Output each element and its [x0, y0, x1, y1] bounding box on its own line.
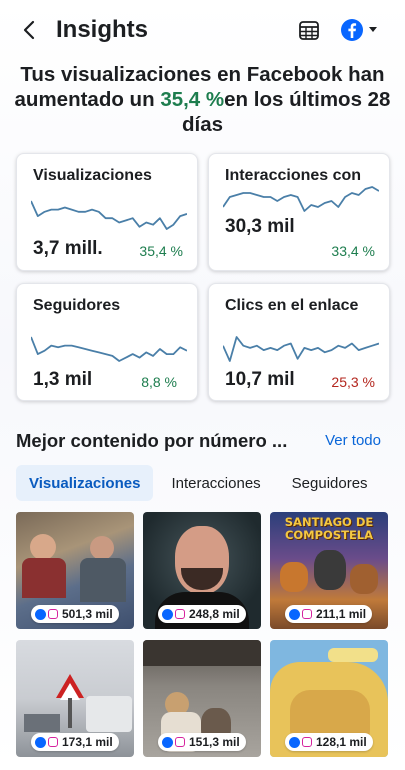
metric-change: 35,4 % — [139, 243, 183, 259]
account-switcher[interactable] — [340, 18, 382, 42]
back-button[interactable] — [18, 18, 40, 42]
metric-change: 25,3 % — [331, 374, 375, 390]
facebook-icon — [289, 608, 300, 620]
sparkline-path — [223, 186, 379, 212]
metric-change: 8,8 % — [141, 374, 177, 390]
post-thumbnail[interactable]: 151,3 mil — [143, 640, 261, 757]
sparkline — [31, 336, 187, 362]
facebook-icon — [162, 608, 173, 620]
views-badge: 128,1 mil — [285, 733, 373, 751]
instagram-icon — [175, 609, 185, 619]
see-all-link[interactable]: Ver todo — [325, 432, 381, 449]
metric-value: 10,7 mil — [225, 369, 295, 390]
views-badge: 211,1 mil — [285, 605, 373, 623]
sparkline-path — [223, 336, 379, 362]
instagram-icon — [48, 737, 58, 747]
metric-title: Visualizaciones — [33, 167, 152, 184]
facebook-icon — [341, 19, 363, 41]
sparkline — [223, 336, 379, 362]
post-thumbnail[interactable]: SANTIAGO DE COMPOSTELA 211,1 mil — [270, 512, 388, 629]
post-thumbnail[interactable]: 501,3 mil — [16, 512, 134, 629]
facebook-icon — [35, 736, 46, 748]
metric-title: Interacciones con — [225, 167, 362, 184]
views-count: 173,1 mil — [62, 735, 113, 749]
metric-card-visualizaciones[interactable]: Visualizaciones 3,7 mill. 35,4 % — [16, 153, 198, 271]
caret-down-icon — [369, 27, 377, 32]
facebook-icon — [35, 608, 46, 620]
headline-percent: 35,4 % — [160, 88, 225, 111]
sparkline — [31, 200, 187, 230]
post-thumbnail[interactable]: 173,1 mil — [16, 640, 134, 757]
metric-card-clics[interactable]: Clics en el enlace 10,7 mil 25,3 % — [208, 283, 390, 401]
content-tabs: Visualizaciones Interacciones Seguidores — [16, 465, 386, 501]
metric-value: 3,7 mill. — [33, 238, 103, 259]
sparkline-path — [31, 336, 187, 362]
views-badge: 501,3 mil — [31, 605, 119, 623]
instagram-icon — [302, 737, 312, 747]
post-thumbnail[interactable]: 248,8 mil — [143, 512, 261, 629]
views-count: 248,8 mil — [189, 607, 240, 621]
metric-card-interacciones[interactable]: Interacciones con 30,3 mil 33,4 % — [208, 153, 390, 271]
tab-visualizaciones[interactable]: Visualizaciones — [16, 465, 154, 501]
app-header: Insights — [0, 0, 405, 60]
facebook-icon — [289, 736, 300, 748]
tab-seguidores[interactable]: Seguidores — [279, 465, 381, 501]
sparkline-path — [31, 200, 187, 230]
section-title: Mejor contenido por número ... — [16, 430, 288, 451]
post-thumbnail[interactable]: 128,1 mil — [270, 640, 388, 757]
views-badge: 248,8 mil — [158, 605, 246, 623]
instagram-icon — [302, 609, 312, 619]
calendar-button[interactable] — [298, 19, 320, 41]
metric-value: 1,3 mil — [33, 369, 93, 390]
views-count: 211,1 mil — [316, 607, 367, 621]
instagram-icon — [48, 609, 58, 619]
metric-card-seguidores[interactable]: Seguidores 1,3 mil 8,8 % — [16, 283, 198, 401]
metric-value: 30,3 mil — [225, 216, 295, 237]
facebook-icon — [162, 736, 173, 748]
instagram-icon — [175, 737, 185, 747]
views-count: 128,1 mil — [316, 735, 367, 749]
calendar-icon — [299, 21, 319, 40]
summary-headline: Tus visualizaciones en Facebook han aume… — [10, 62, 395, 137]
sparkline — [223, 186, 379, 212]
chevron-left-icon — [23, 20, 35, 40]
tab-interacciones[interactable]: Interacciones — [158, 465, 273, 501]
views-count: 151,3 mil — [189, 735, 240, 749]
views-count: 501,3 mil — [62, 607, 113, 621]
metric-title: Clics en el enlace — [225, 297, 359, 314]
views-badge: 151,3 mil — [158, 733, 246, 751]
post-image-text: SANTIAGO DE COMPOSTELA — [284, 515, 374, 542]
views-badge: 173,1 mil — [31, 733, 119, 751]
metric-title: Seguidores — [33, 297, 121, 314]
metric-change: 33,4 % — [331, 243, 375, 259]
page-title: Insights — [56, 16, 149, 43]
